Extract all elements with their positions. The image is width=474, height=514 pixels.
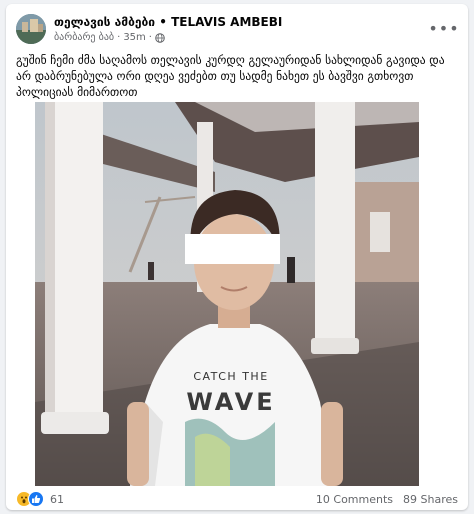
meta-separator: · — [117, 32, 121, 43]
globe-icon — [155, 32, 165, 43]
reaction-count: 61 — [50, 492, 64, 506]
reactions-summary[interactable]: 61 — [16, 491, 64, 507]
shirt-print-line1: CATCH THE — [193, 370, 268, 383]
post-card: თელავის ამბები • TELAVIS AMBEBI ბარბარე … — [6, 4, 468, 510]
page-name[interactable]: თელავის ამბები • TELAVIS AMBEBI — [54, 15, 282, 29]
more-options-icon[interactable]: ••• — [428, 16, 458, 40]
author-name[interactable]: ბარბარე ბაბ — [54, 32, 114, 43]
post-text: გუშინ ჩემი ძმა საღამოს თელავის კურდღ გელ… — [16, 53, 445, 99]
page-avatar[interactable] — [16, 14, 46, 44]
engagement-counts: 10 Comments 89 Shares — [316, 493, 458, 506]
post-photo[interactable]: CATCH THE WAVE — [35, 102, 419, 486]
post-footer: 61 10 Comments 89 Shares — [16, 490, 458, 510]
post-header: თელავის ამბები • TELAVIS AMBEBI ბარბარე … — [16, 12, 459, 48]
meta-separator-2: · — [148, 32, 152, 43]
post-meta: ბარბარე ბაბ · 35m · — [54, 32, 165, 43]
post-time[interactable]: 35m — [123, 32, 145, 43]
shares-count[interactable]: 89 Shares — [403, 493, 458, 506]
like-reaction-icon — [28, 491, 44, 507]
comments-count[interactable]: 10 Comments — [316, 493, 393, 506]
face-censor-bar — [185, 234, 280, 264]
shirt-print-line2: WAVE — [186, 388, 275, 416]
